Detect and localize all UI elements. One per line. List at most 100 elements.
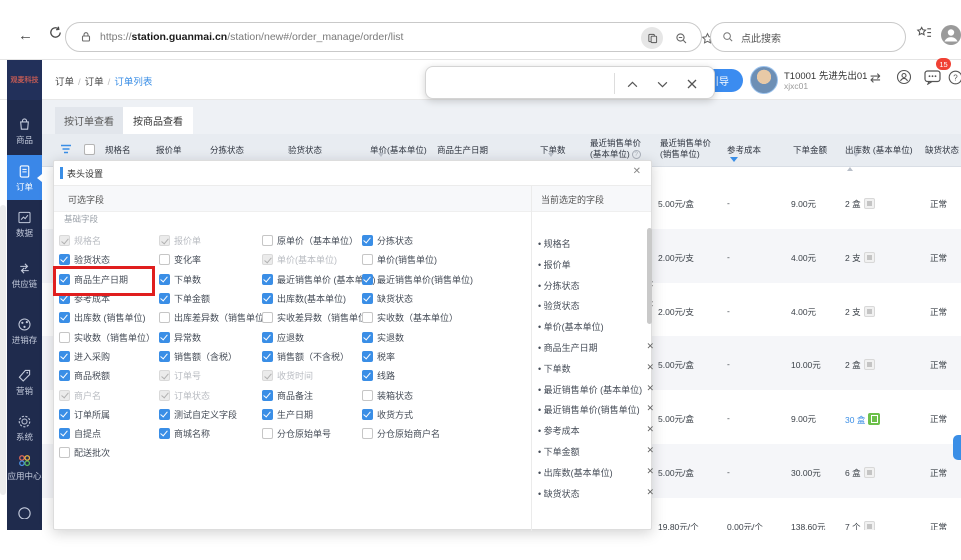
field-checkbox[interactable] [262,312,273,323]
field-checkbox[interactable] [159,274,170,285]
column-header[interactable]: 报价单 [156,144,182,156]
sort-icon[interactable] [847,157,859,167]
field-checkbox[interactable] [59,332,70,343]
field-checkbox[interactable] [362,409,373,420]
field-checkbox[interactable] [262,409,273,420]
sidebar-item-inventory[interactable]: 进销存 [7,312,42,346]
remove-field-icon[interactable]: ✕ [646,424,654,435]
field-checkbox[interactable] [362,428,373,439]
column-filter-icon[interactable] [60,144,72,155]
column-header[interactable]: 下单金额 [793,144,827,156]
column-header[interactable]: 商品生产日期 [437,144,488,156]
field-checkbox[interactable] [262,390,273,401]
column-header[interactable]: 参考成本 [727,144,761,166]
modal-close-icon[interactable]: ✕ [633,166,641,177]
reload-icon[interactable] [48,25,63,40]
field-checkbox[interactable] [362,312,373,323]
sidebar-item-apps[interactable]: 应用中心 [7,448,42,482]
field-checkbox[interactable] [59,409,70,420]
field-checkbox[interactable] [362,293,373,304]
field-checkbox[interactable] [262,428,273,439]
field-checkbox[interactable] [362,390,373,401]
detail-icon[interactable] [864,198,875,209]
field-checkbox[interactable] [59,312,70,323]
select-all-checkbox[interactable] [84,144,95,155]
sidebar-item-chart[interactable]: 数据 [7,205,42,239]
field-checkbox[interactable] [362,274,373,285]
remove-field-icon[interactable]: ✕ [646,487,654,498]
sidebar-item-doc[interactable]: 订单 [7,155,42,200]
column-header[interactable]: 最近销售单价(基本单位)? [590,138,641,160]
remove-field-icon[interactable]: ✕ [646,445,654,456]
field-checkbox[interactable] [262,351,273,362]
field-checkbox[interactable] [362,254,373,265]
detail-icon[interactable] [864,252,875,263]
profile-avatar-icon[interactable] [940,24,961,46]
field-checkbox[interactable] [59,447,70,458]
field-checkbox[interactable] [159,312,170,323]
tab-order-view[interactable]: 按订单查看 [55,107,123,134]
back-icon[interactable]: ← [18,27,33,44]
partial-bottom-icon[interactable] [17,504,32,519]
field-checkbox[interactable] [262,332,273,343]
url-bar[interactable]: https://station.guanmai.cn/station/new#/… [65,22,702,52]
sidebar-item-tag[interactable]: 营销 [7,363,42,397]
more-menu-icon[interactable]: ⋮ [957,68,961,85]
column-header[interactable]: 分拣状态 [210,144,244,156]
column-header[interactable]: 规格名 [105,144,131,156]
field-checkbox[interactable] [159,254,170,265]
detail-icon[interactable] [864,467,875,478]
left-scroll-strip[interactable] [0,205,6,495]
messages-icon[interactable] [924,70,941,85]
detail-icon[interactable] [864,359,875,370]
field-checkbox[interactable] [362,351,373,362]
user-avatar[interactable] [750,66,778,94]
detail-icon[interactable] [864,306,875,317]
find-next-icon[interactable] [652,74,672,94]
sidebar-item-supply[interactable]: 供应链 [7,256,42,290]
sidebar-item-bag[interactable]: 商品 [7,112,42,146]
field-checkbox[interactable] [159,409,170,420]
breadcrumb-item[interactable]: 订单 [85,77,104,88]
selected-list-scrollbar[interactable] [647,228,652,324]
remove-field-icon[interactable]: ✕ [646,466,654,477]
field-checkbox[interactable] [59,254,70,265]
chrome-search-box[interactable]: 点此搜索 [710,22,906,52]
field-checkbox[interactable] [262,274,273,285]
field-checkbox[interactable] [159,293,170,304]
sidebar-item-gear[interactable]: 系统 [7,409,42,443]
tab-product-view[interactable]: 按商品查看 [123,107,193,134]
field-checkbox[interactable] [159,428,170,439]
zoom-out-icon[interactable] [670,27,692,49]
remove-field-icon[interactable]: ✕ [646,403,654,414]
field-checkbox[interactable] [59,370,70,381]
remove-field-icon[interactable]: ✕ [646,341,654,352]
find-close-icon[interactable] [682,74,702,94]
field-checkbox[interactable] [362,235,373,246]
column-header[interactable]: 缺货状态 [925,144,959,156]
remove-field-icon[interactable]: ✕ [646,362,654,373]
breadcrumb-item[interactable]: 订单 [55,77,74,88]
floating-side-button[interactable] [953,435,961,460]
field-checkbox[interactable] [362,370,373,381]
support-icon[interactable] [896,69,912,85]
column-header[interactable]: 最近销售单价(销售单位) [660,138,711,160]
detail-icon[interactable] [864,521,875,530]
sort-caret-icon[interactable] [730,157,738,166]
column-header[interactable]: 验货状态 [288,144,322,156]
column-header[interactable]: 出库数 (基本单位) [845,144,913,167]
find-prev-icon[interactable] [622,74,642,94]
field-checkbox[interactable] [362,332,373,343]
saved-icon[interactable] [868,413,880,425]
field-checkbox[interactable] [262,235,273,246]
field-checkbox[interactable] [59,351,70,362]
translate-icon[interactable] [641,27,663,49]
field-checkbox[interactable] [159,332,170,343]
remove-field-icon[interactable]: ✕ [646,383,654,394]
field-checkbox[interactable] [59,428,70,439]
field-checkbox[interactable] [59,274,70,285]
switch-account-icon[interactable]: ⇄ [870,70,881,86]
favorites-bar-icon[interactable] [916,25,932,40]
field-checkbox[interactable] [262,293,273,304]
field-checkbox[interactable] [159,351,170,362]
